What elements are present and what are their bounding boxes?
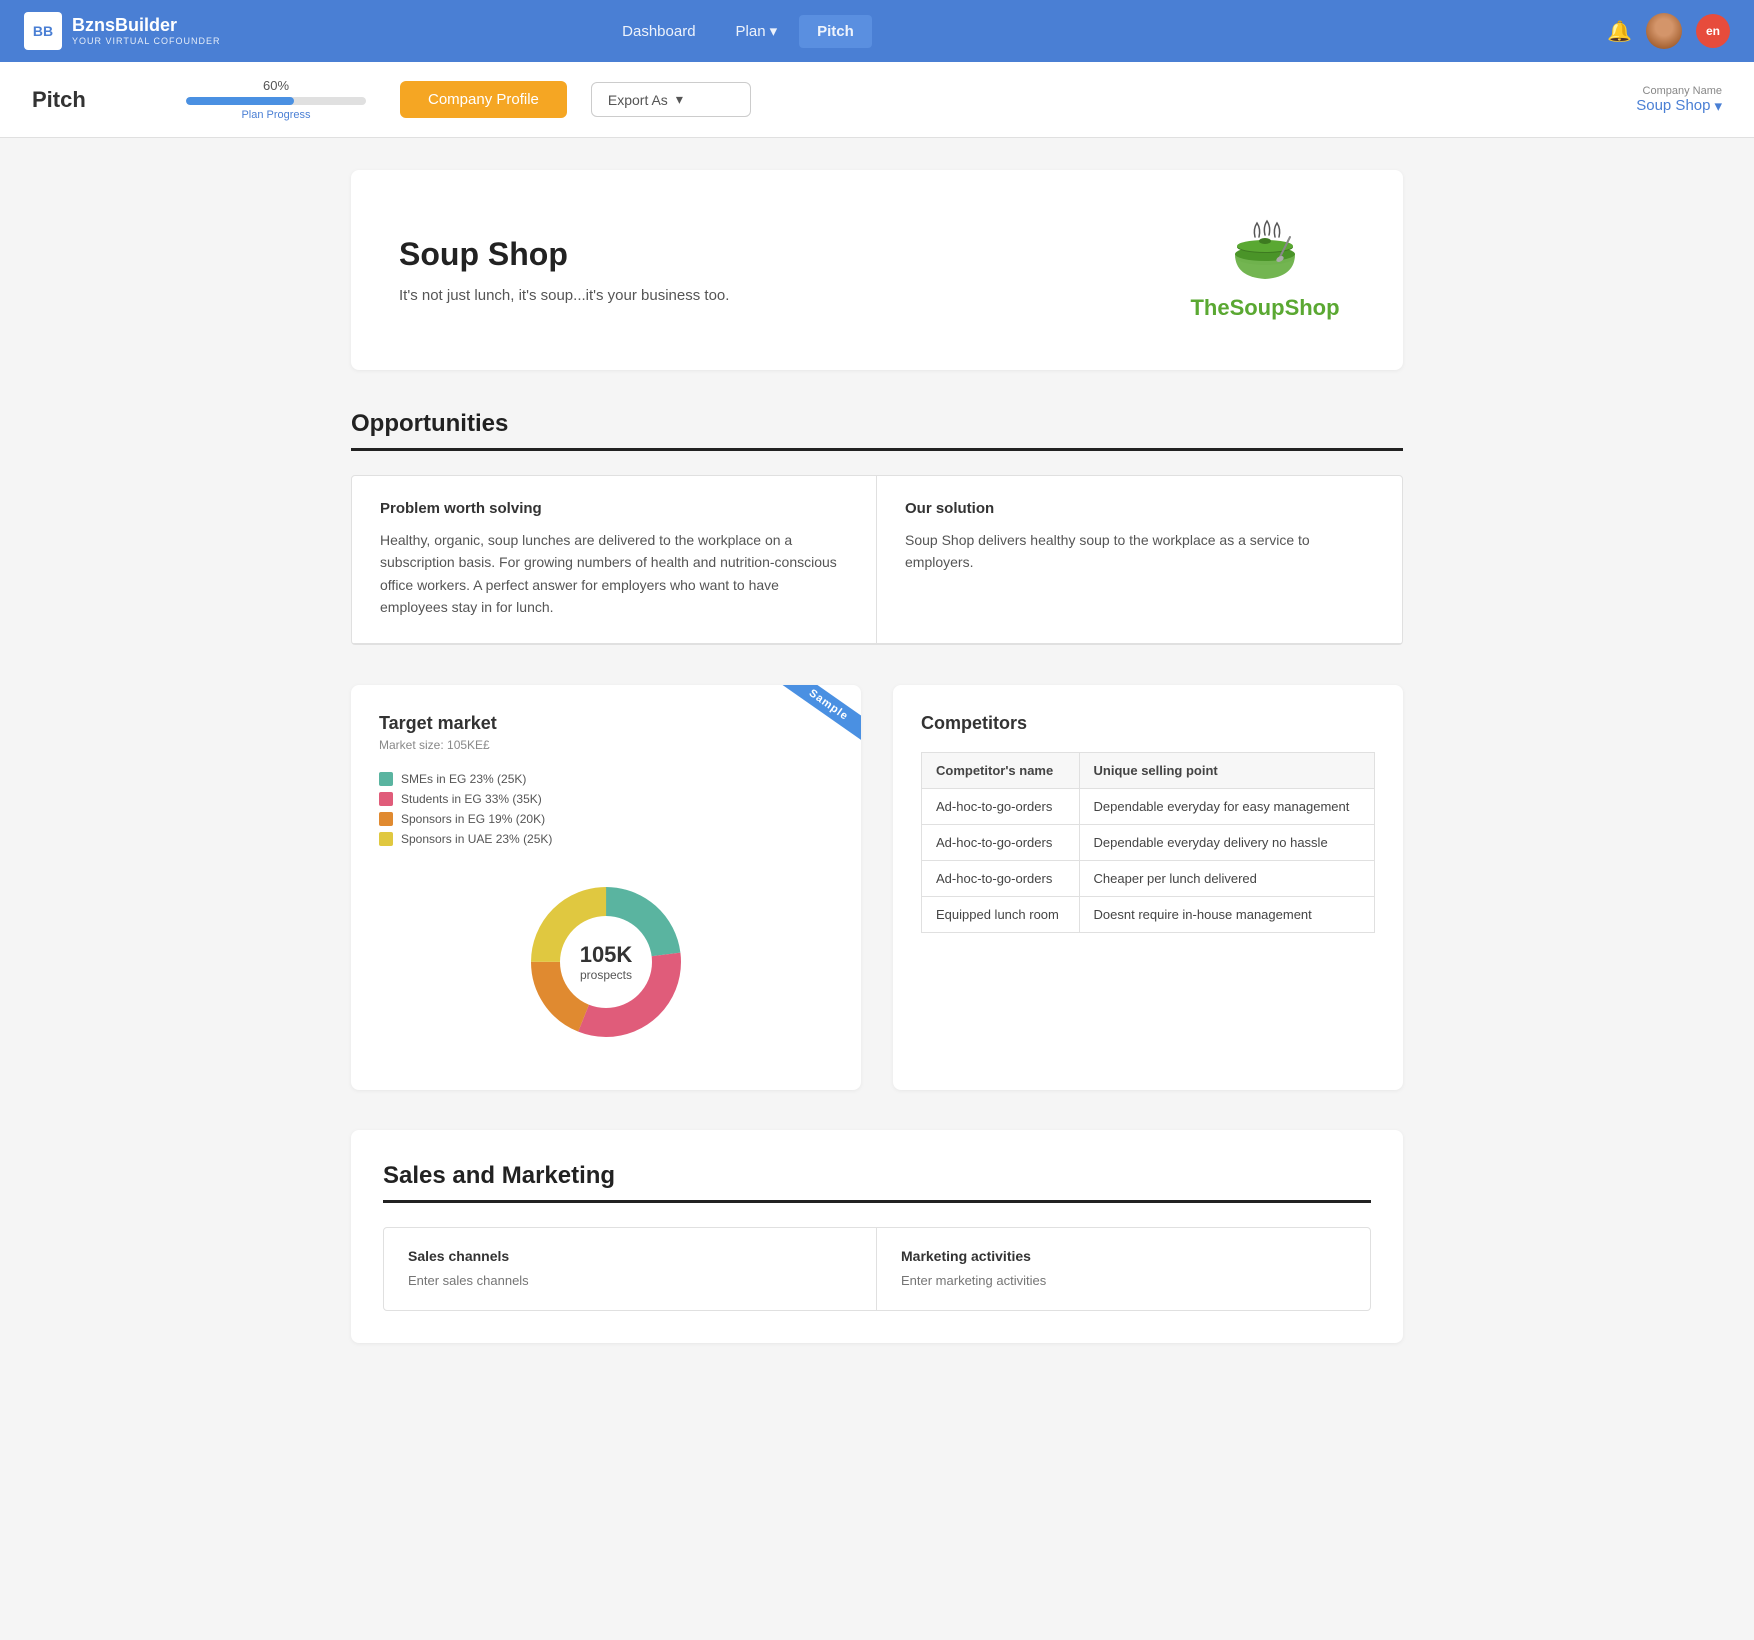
subheader: Pitch 60% Plan Progress Company Profile … [0,62,1754,138]
opportunities-section: Opportunities Problem worth solving Heal… [351,410,1403,645]
legend-item-2: Sponsors in EG 19% (20K) [379,812,833,826]
progress-label: Plan Progress [241,109,310,121]
navbar: BB BznsBuilder YOUR VIRTUAL COFOUNDER Da… [0,0,1754,62]
donut-center-label: prospects [580,968,633,982]
progress-block: 60% Plan Progress [176,78,376,121]
notification-bell-icon[interactable]: 🔔 [1607,19,1632,44]
target-market-title: Target market [379,713,833,734]
market-size-label: Market size: 105KE£ [379,738,833,752]
opp-label-1: Our solution [905,500,1374,517]
marketing-activities-label: Marketing activities [901,1248,1346,1264]
nav-pitch[interactable]: Pitch [799,15,872,48]
user-avatar[interactable] [1646,13,1682,49]
language-button[interactable]: en [1696,14,1730,48]
hero-title: Soup Shop [399,236,729,273]
donut-center-num: 105K [580,942,633,968]
chevron-down-icon: ▾ [1714,97,1722,115]
brand-name: BznsBuilder [72,16,221,36]
legend-item-0: SMEs in EG 23% (25K) [379,772,833,786]
competitors-title: Competitors [921,713,1375,734]
sales-marketing-section: Sales and Marketing Sales channels Marke… [351,1130,1403,1343]
donut-center: 105K prospects [580,942,633,982]
table-row: Equipped lunch room Doesnt require in-ho… [922,896,1375,932]
company-name-block: Company Name Soup Shop ▾ [1636,85,1722,115]
chevron-down-icon: ▾ [676,91,683,108]
brand-icon: BB [24,12,62,50]
chevron-down-icon: ▾ [770,22,778,40]
table-row: Ad-hoc-to-go-orders Dependable everyday … [922,824,1375,860]
col-header-usp: Unique selling point [1079,752,1374,788]
company-name-dropdown[interactable]: Soup Shop ▾ [1636,97,1722,115]
logo-text: TheSoupShop [1190,295,1339,321]
opp-cell-0: Problem worth solving Healthy, organic, … [352,476,877,644]
two-col-row: Sample Target market Market size: 105KE£… [351,685,1403,1090]
opportunities-grid: Problem worth solving Healthy, organic, … [351,475,1403,645]
sales-channels-label: Sales channels [408,1248,852,1264]
progress-percent: 60% [263,78,289,93]
opp-cell-1: Our solution Soup Shop delivers healthy … [877,476,1402,644]
col-header-name: Competitor's name [922,752,1080,788]
competitors-card: Competitors Competitor's name Unique sel… [893,685,1403,1090]
soup-shop-logo: TheSoupShop [1190,219,1339,321]
competitors-table: Competitor's name Unique selling point A… [921,752,1375,933]
competitor-name-2: Ad-hoc-to-go-orders [922,860,1080,896]
legend: SMEs in EG 23% (25K) Students in EG 33% … [379,772,833,846]
opportunities-title: Opportunities [351,410,1403,451]
nav-plan[interactable]: Plan ▾ [718,14,796,48]
page-title: Pitch [32,87,152,113]
target-market-card: Sample Target market Market size: 105KE£… [351,685,861,1090]
hero-text: Soup Shop It's not just lunch, it's soup… [399,236,729,304]
marketing-activities-cell: Marketing activities [877,1228,1370,1310]
soup-bowl-icon [1225,219,1305,289]
competitor-usp-3: Doesnt require in-house management [1079,896,1374,932]
competitor-usp-1: Dependable everyday delivery no hassle [1079,824,1374,860]
export-as-select[interactable]: Export As ▾ [591,82,751,117]
legend-dot-1 [379,792,393,806]
progress-bar-fill [186,97,294,105]
donut-chart: 105K prospects [506,862,706,1062]
legend-item-3: Sponsors in UAE 23% (25K) [379,832,833,846]
opp-text-0: Healthy, organic, soup lunches are deliv… [380,529,848,619]
company-profile-button[interactable]: Company Profile [400,81,567,118]
opp-label-0: Problem worth solving [380,500,848,517]
marketing-activities-input[interactable] [901,1273,1346,1288]
nav-links: Dashboard Plan ▾ Pitch [604,14,872,48]
legend-item-1: Students in EG 33% (35K) [379,792,833,806]
sales-grid: Sales channels Marketing activities [383,1227,1371,1311]
sales-marketing-title: Sales and Marketing [383,1162,1371,1203]
company-name-label: Company Name [1643,85,1722,97]
navbar-right: 🔔 en [1607,13,1730,49]
sales-channels-input[interactable] [408,1273,852,1288]
competitor-usp-0: Dependable everyday for easy management [1079,788,1374,824]
legend-dot-2 [379,812,393,826]
competitor-name-1: Ad-hoc-to-go-orders [922,824,1080,860]
sales-channels-cell: Sales channels [384,1228,877,1310]
hero-logo: TheSoupShop [1175,210,1355,330]
table-row: Ad-hoc-to-go-orders Dependable everyday … [922,788,1375,824]
opp-text-1: Soup Shop delivers healthy soup to the w… [905,529,1374,574]
brand-link[interactable]: BB BznsBuilder YOUR VIRTUAL COFOUNDER [24,12,221,50]
brand-sub: YOUR VIRTUAL COFOUNDER [72,36,221,46]
progress-bar [186,97,366,105]
table-row: Ad-hoc-to-go-orders Cheaper per lunch de… [922,860,1375,896]
main-content: Soup Shop It's not just lunch, it's soup… [327,138,1427,1375]
legend-dot-3 [379,832,393,846]
legend-dot-0 [379,772,393,786]
nav-dashboard[interactable]: Dashboard [604,15,713,48]
competitor-name-3: Equipped lunch room [922,896,1080,932]
hero-section: Soup Shop It's not just lunch, it's soup… [351,170,1403,370]
competitor-usp-2: Cheaper per lunch delivered [1079,860,1374,896]
hero-subtitle: It's not just lunch, it's soup...it's yo… [399,287,729,304]
competitor-name-0: Ad-hoc-to-go-orders [922,788,1080,824]
